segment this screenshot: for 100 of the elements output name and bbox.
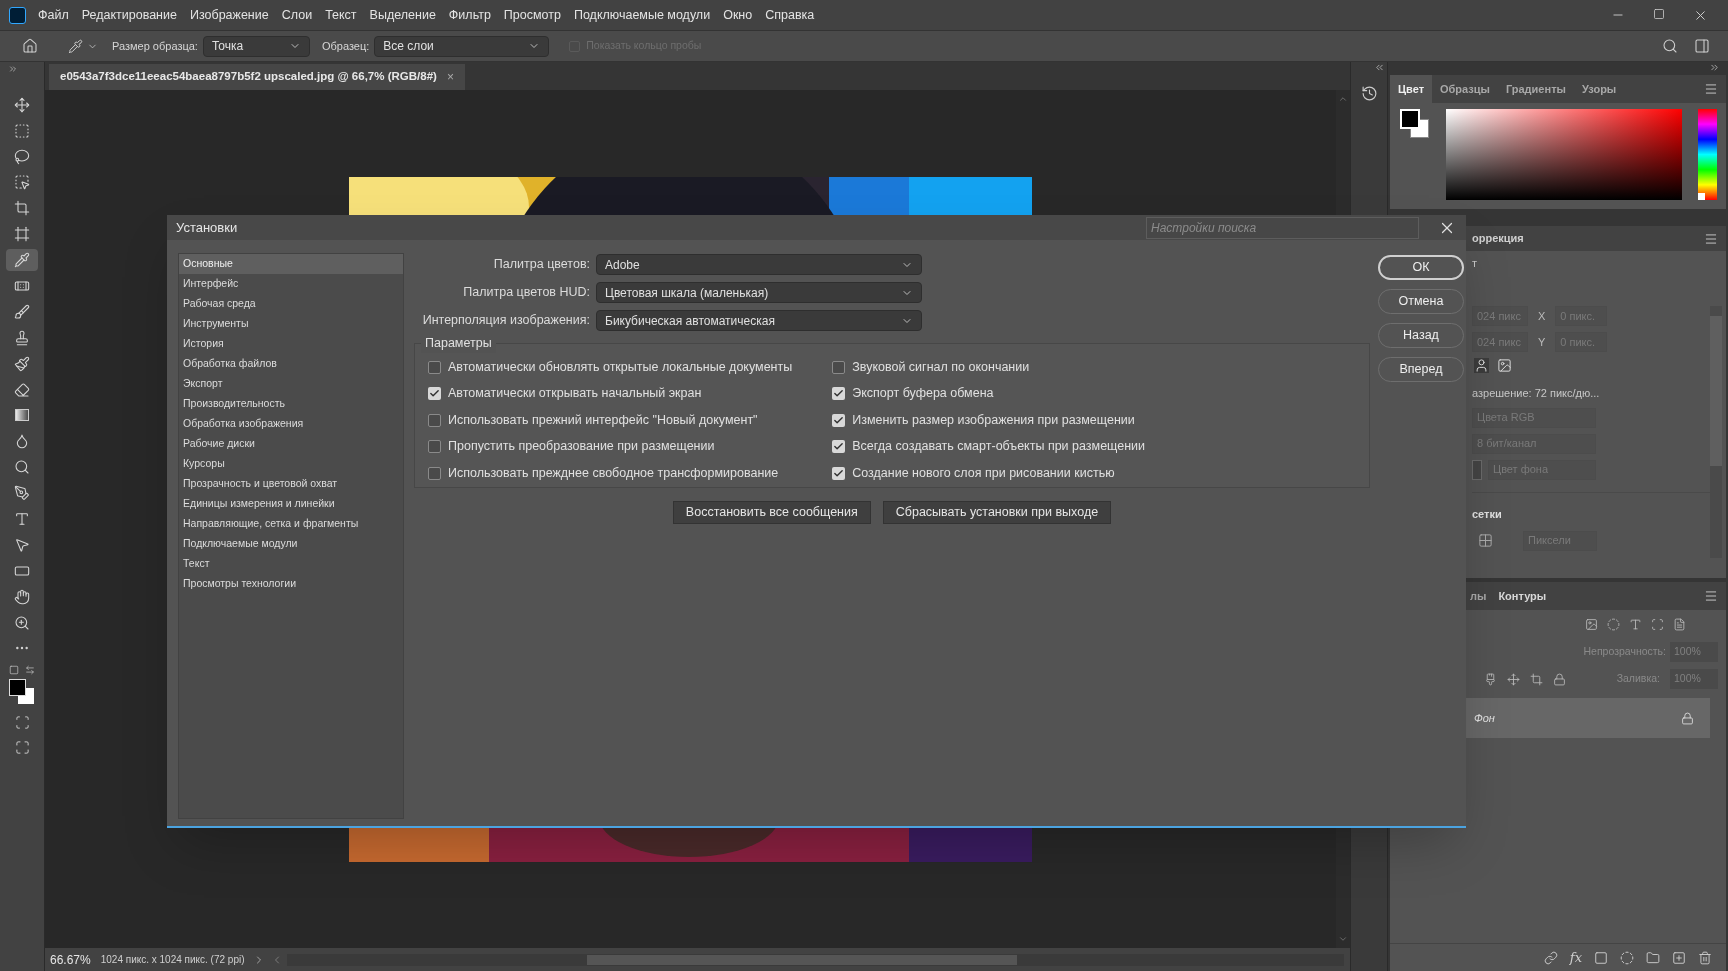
portrait-icon[interactable] [1474, 358, 1489, 373]
eyedropper-icon[interactable] [68, 38, 83, 54]
paintbrush-icon[interactable] [14, 355, 30, 372]
new-layer-icon[interactable] [1672, 950, 1686, 965]
selection-pointer-icon[interactable] [14, 174, 30, 191]
slider-thumb[interactable] [1698, 193, 1705, 200]
document-tab[interactable]: e0543a7f3dce11eeac54baea8797b5f2 upscaled.jpg @ 66,7% (RGB/8#) × [49, 64, 465, 90]
color-swatches-drawing[interactable] [1400, 109, 1430, 139]
menu-item[interactable]: Изображение [189, 5, 269, 25]
category-item[interactable]: Текст [179, 554, 403, 574]
category-item[interactable]: История [179, 334, 403, 354]
hue-slider[interactable] [1698, 109, 1717, 200]
category-item[interactable]: Рабочие диски [179, 434, 403, 454]
tool-button[interactable] [6, 249, 38, 272]
stamp-tool-icon[interactable] [14, 329, 30, 346]
menu-item[interactable]: Редактирование [81, 5, 177, 25]
gradient-tool-icon[interactable] [14, 407, 30, 424]
search-field[interactable]: Настройки поиска [1146, 216, 1419, 239]
dropdown[interactable]: Бикубическая автоматическая [596, 310, 922, 331]
menu-item[interactable]: Слои [281, 5, 313, 25]
home-icon[interactable] [22, 38, 38, 54]
image-filter-icon[interactable] [1585, 617, 1598, 631]
checkbox[interactable] [832, 413, 846, 427]
pen-tool-icon[interactable] [14, 485, 30, 502]
dropdown[interactable]: Цветовая шкала (маленькая) [596, 282, 922, 303]
panel-menu-icon[interactable] [1704, 82, 1718, 96]
category-item[interactable]: Просмотры технологии [179, 574, 403, 594]
link-icon[interactable] [1543, 950, 1558, 965]
category-item[interactable]: Производительность [179, 394, 403, 414]
adjustment-icon[interactable] [1620, 950, 1634, 965]
category-item[interactable]: Единицы измерения и линейки [179, 494, 403, 514]
magnifier-icon[interactable] [14, 459, 30, 476]
frame-tool-icon[interactable] [14, 226, 30, 243]
panel-tab[interactable]: лы [1470, 587, 1487, 605]
tab-close-button[interactable]: × [446, 68, 454, 86]
horizontal-scrollbar[interactable] [286, 953, 1344, 966]
screen-mode-icon[interactable] [14, 740, 30, 756]
category-item[interactable]: Интерфейс [179, 274, 403, 294]
color-swatches-drawing[interactable] [9, 679, 35, 706]
checkbox[interactable] [832, 387, 846, 401]
category-item[interactable]: Обработка изображения [179, 414, 403, 434]
checkbox[interactable] [832, 360, 846, 374]
action-button[interactable]: Восстановить все сообщения [672, 501, 871, 524]
category-item[interactable]: Направляющие, сетка и фрагменты [179, 514, 403, 534]
checkbox[interactable] [428, 413, 441, 427]
folder-icon[interactable] [1646, 950, 1660, 965]
eraser-tool-icon[interactable] [14, 381, 30, 398]
panel-tab[interactable]: Контуры [1498, 587, 1547, 605]
checkbox[interactable] [428, 360, 441, 374]
panel-tab[interactable]: Цвет [1390, 75, 1432, 103]
category-item[interactable]: Курсоры [179, 454, 403, 474]
checkbox[interactable] [428, 387, 441, 401]
checkbox[interactable] [428, 466, 441, 480]
zoom-tool-icon[interactable] [14, 614, 30, 631]
category-item[interactable]: Инструменты [179, 314, 403, 334]
action-button[interactable]: Сбрасывать установки при выходе [882, 501, 1112, 524]
panel-tab[interactable]: Градиенты [1497, 75, 1574, 103]
droplet-icon[interactable] [14, 433, 30, 450]
brush-tool-icon[interactable] [14, 303, 30, 320]
category-item[interactable]: Обработка файлов [179, 354, 403, 374]
quick-mask-icon[interactable] [14, 715, 30, 731]
checkbox[interactable] [832, 440, 846, 454]
type-filter-icon[interactable] [1629, 617, 1642, 631]
landscape-icon[interactable] [1497, 358, 1512, 373]
menu-item[interactable]: Просмотр [503, 5, 561, 25]
checkbox[interactable] [428, 440, 441, 454]
panel-menu-icon[interactable] [1704, 231, 1718, 246]
collapse-icon[interactable] [1374, 62, 1385, 73]
history-icon[interactable] [1360, 85, 1378, 102]
document-info[interactable]: 1024 пикс. x 1024 пикс. (72 ppi) [100, 952, 245, 967]
crop-lock-icon[interactable] [1530, 672, 1543, 686]
hand-tool-icon[interactable] [14, 588, 30, 605]
eyedropper-tool-icon[interactable] [14, 252, 30, 269]
maximize-icon[interactable] [1653, 7, 1665, 20]
menu-item[interactable]: Подключаемые модули [573, 5, 711, 25]
lasso-tool-icon[interactable] [14, 148, 30, 165]
swatch[interactable] [1472, 459, 1482, 480]
lock-icon[interactable] [1553, 672, 1566, 686]
panel-tab[interactable]: оррекция [1472, 230, 1524, 247]
checker-icon[interactable] [1478, 533, 1493, 548]
move-tool-icon[interactable] [14, 96, 30, 113]
swap-colors-icon[interactable] [25, 665, 35, 676]
category-item[interactable]: Подключаемые модули [179, 534, 403, 554]
dropdown[interactable]: Adobe [596, 254, 922, 275]
menu-item[interactable]: Фильтр [448, 5, 491, 25]
category-item[interactable]: Основные [179, 254, 403, 274]
panel-tab[interactable]: Образцы [1432, 75, 1498, 103]
panel-tab[interactable]: Узоры [1573, 75, 1625, 103]
trash-icon[interactable] [1698, 950, 1712, 965]
effects-button[interactable]: fx [1569, 947, 1582, 968]
brush-lock-icon[interactable] [1484, 672, 1497, 686]
panel-menu-icon[interactable] [1704, 589, 1718, 603]
menu-item[interactable]: Справка [765, 5, 815, 25]
search-icon[interactable] [1662, 38, 1678, 54]
crop-tool-icon[interactable] [14, 200, 30, 217]
category-item[interactable]: Рабочая среда [179, 294, 403, 314]
bandage-icon[interactable] [14, 278, 30, 294]
default-colors-icon[interactable] [9, 665, 19, 676]
zoom-level[interactable]: 66.67% [50, 950, 91, 969]
sample-dropdown[interactable]: Все слои [374, 35, 550, 57]
